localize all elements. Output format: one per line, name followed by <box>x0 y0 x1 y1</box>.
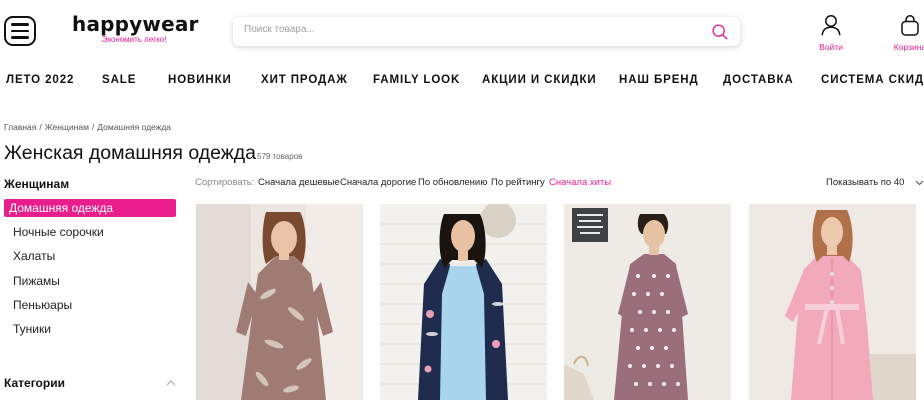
product-photo-blue-nightgown[interactable] <box>380 204 547 400</box>
product-card[interactable] <box>196 204 363 400</box>
menu-button[interactable] <box>4 16 36 46</box>
sort-option-cheapest[interactable]: Сначала дешевые <box>258 177 340 188</box>
menu-icon-line <box>11 29 29 33</box>
login-button[interactable]: Войти <box>803 14 859 52</box>
logo-tagline: Экономить легко! <box>101 35 167 44</box>
cart-label: Корзина <box>893 42 924 52</box>
search-input[interactable] <box>244 24 684 35</box>
breadcrumb-home[interactable]: Главная <box>4 122 36 132</box>
nav-item-sale[interactable]: SALE <box>102 74 136 86</box>
sidebar-heading[interactable]: Женщинам <box>4 177 69 191</box>
main-nav: ЛЕТО 2022 SALE НОВИНКИ ХИТ ПРОДАЖ FAMILY… <box>0 74 924 88</box>
sidebar-item-pajamas[interactable]: Пижамы <box>4 272 176 296</box>
product-photo-pink-robe[interactable] <box>749 204 916 400</box>
search-bar <box>233 17 740 46</box>
page-title: Женская домашняя одежда <box>4 142 257 164</box>
nav-item-family-look[interactable]: FAMILY LOOK <box>373 74 460 86</box>
nav-item-delivery[interactable]: ДОСТАВКА <box>723 74 794 86</box>
sort-option-rating[interactable]: По рейтингу <box>491 177 545 188</box>
product-photo-leaf-dress[interactable] <box>196 204 363 400</box>
menu-icon-line <box>11 36 29 39</box>
sort-option-hits[interactable]: Сначала хиты <box>549 177 611 188</box>
cart-button[interactable]: Корзина <box>882 14 924 52</box>
sort-option-expensive[interactable]: Сначала дорогие <box>340 177 416 188</box>
product-count: 579 товаров <box>257 152 303 161</box>
nav-item-new[interactable]: НОВИНКИ <box>168 74 232 86</box>
shopping-bag-icon <box>901 15 919 36</box>
nav-item-bestsellers[interactable]: ХИТ ПРОДАЖ <box>261 74 348 86</box>
logo-text: happywear <box>72 12 199 36</box>
nav-item-promotions[interactable]: АКЦИИ И СКИДКИ <box>482 74 597 86</box>
product-card[interactable] <box>380 204 547 400</box>
nav-item-discount-system[interactable]: СИСТЕМА СКИДОК <box>821 74 924 86</box>
breadcrumb-current: Домашняя одежда <box>97 122 172 132</box>
search-icon[interactable] <box>711 23 728 40</box>
product-photo-polka-dot-dress[interactable] <box>564 204 731 400</box>
nav-item-our-brand[interactable]: НАШ БРЕНД <box>619 74 699 86</box>
sidebar-item-nightgowns[interactable]: Ночные сорочки <box>4 223 176 247</box>
sidebar-list: Домашняя одежда Ночные сорочки Халаты Пи… <box>4 199 176 344</box>
chevron-down-icon[interactable] <box>915 179 924 186</box>
sidebar-item-tunics[interactable]: Туники <box>4 320 176 344</box>
sort-label: Сортировать: <box>195 177 255 188</box>
product-card[interactable] <box>749 204 916 400</box>
sidebar-item-peignoirs[interactable]: Пеньюары <box>4 296 176 320</box>
product-card[interactable] <box>564 204 731 400</box>
sort-option-updated[interactable]: По обновлению <box>418 177 487 188</box>
chevron-up-icon[interactable] <box>166 379 176 387</box>
sidebar-item-home-wear[interactable]: Домашняя одежда <box>4 199 176 217</box>
menu-icon-line <box>11 23 29 26</box>
breadcrumb-women[interactable]: Женщинам <box>45 122 89 132</box>
per-page-select[interactable]: Показывать по 40 <box>826 177 904 188</box>
login-label: Войти <box>819 42 843 52</box>
logo[interactable]: happywear Экономить легко! <box>72 12 199 45</box>
categories-heading[interactable]: Категории <box>4 376 65 390</box>
nav-item-summer-2022[interactable]: ЛЕТО 2022 <box>6 74 74 86</box>
breadcrumb: Главная / Женщинам / Домашняя одежда <box>4 122 172 132</box>
sidebar-item-robes[interactable]: Халаты <box>4 247 176 271</box>
user-icon <box>821 15 841 36</box>
